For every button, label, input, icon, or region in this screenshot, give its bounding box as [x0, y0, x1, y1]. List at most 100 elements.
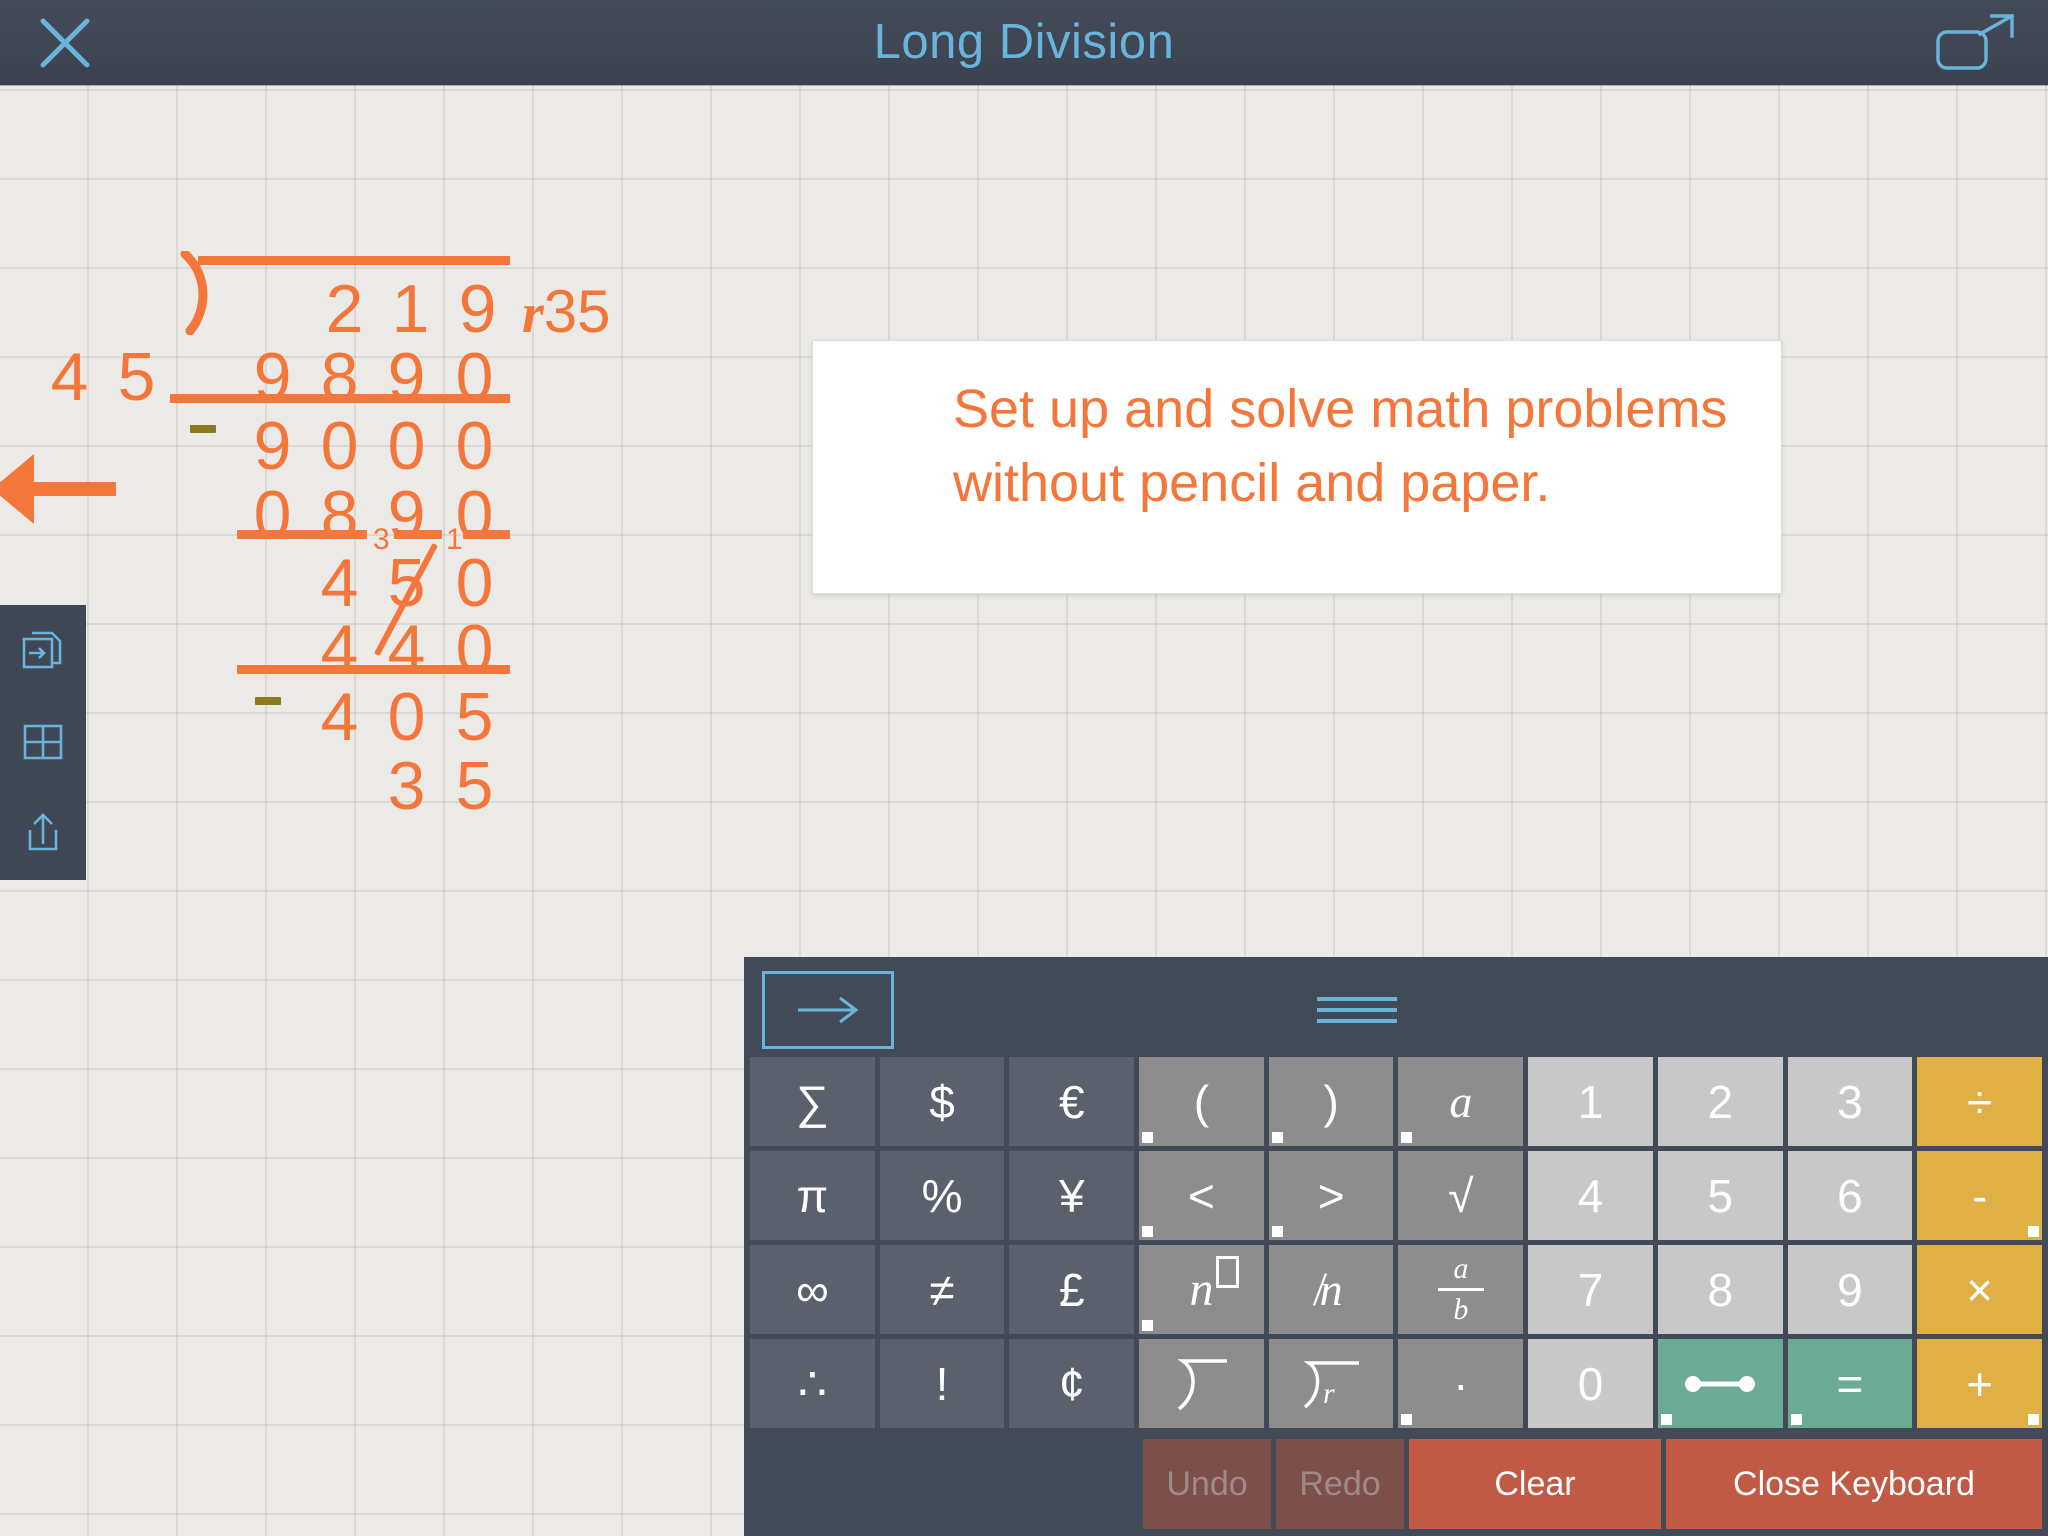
- cent-key[interactable]: ¢: [1009, 1339, 1134, 1428]
- subtrahend-digit: 0: [430, 412, 519, 480]
- exponent-key[interactable]: n: [1139, 1245, 1264, 1334]
- key-label: 0: [1578, 1357, 1604, 1411]
- redo-button: Redo: [1276, 1439, 1404, 1529]
- digit-9-key[interactable]: 9: [1788, 1245, 1913, 1334]
- math-keyboard[interactable]: ∑ $ € ()a12 3 ÷ π% ¥ < > √ 456 - ∞ ≠ £ n̸nab 7 8 9× ∴! ¢ r · 0 = +…: [744, 957, 2048, 1536]
- key-label: 2: [1707, 1075, 1733, 1129]
- key-label: ≠: [929, 1263, 954, 1317]
- keyboard-action-row[interactable]: UndoRedoClearClose Keyboard: [750, 1439, 2042, 1529]
- long-division-remainder-key[interactable]: r: [1269, 1339, 1394, 1428]
- square-root-key[interactable]: √: [1398, 1151, 1523, 1240]
- grid-layout-icon[interactable]: [0, 696, 86, 787]
- key-label: €: [1059, 1075, 1085, 1129]
- digit-3-key[interactable]: 3: [1788, 1057, 1913, 1146]
- subtraction-minus-sign: [255, 697, 281, 705]
- long-press-indicator-icon: [2028, 1226, 2039, 1237]
- key-label: ¢: [1059, 1357, 1085, 1411]
- digit-0-key[interactable]: 0: [1528, 1339, 1653, 1428]
- therefore-key[interactable]: ∴: [750, 1339, 875, 1428]
- equals-key[interactable]: =: [1788, 1339, 1913, 1428]
- quotient-digit: 9: [433, 275, 522, 343]
- key-label: √: [1448, 1169, 1473, 1223]
- clear-button[interactable]: Clear: [1409, 1439, 1661, 1529]
- action-spacer: [750, 1439, 1138, 1529]
- drag-handle-icon[interactable]: [1317, 997, 1397, 1023]
- long-press-indicator-icon: [1142, 1132, 1153, 1143]
- tool-rail[interactable]: [0, 605, 86, 880]
- close-keyboard-button[interactable]: Close Keyboard: [1666, 1439, 2042, 1529]
- divisor-digit: 5: [92, 343, 181, 411]
- key-label: 6: [1837, 1169, 1863, 1223]
- undo-button: Undo: [1143, 1439, 1271, 1529]
- key-label: 7: [1578, 1263, 1604, 1317]
- final-remainder-digit: 5: [430, 752, 519, 820]
- keyboard-key-grid[interactable]: ∑ $ € ()a12 3 ÷ π% ¥ < > √ 456 - ∞ ≠ £ n̸nab 7 8 9× ∴! ¢ r · 0 = +: [750, 1057, 2042, 1428]
- long-press-indicator-icon: [1791, 1414, 1802, 1425]
- key-label: >: [1318, 1169, 1345, 1223]
- plus-key[interactable]: +: [1917, 1339, 2042, 1428]
- sigma-key[interactable]: ∑: [750, 1057, 875, 1146]
- digit-7-key[interactable]: 7: [1528, 1245, 1653, 1334]
- key-label: ∑: [796, 1075, 829, 1129]
- long-press-indicator-icon: [1272, 1226, 1283, 1237]
- key-label: !: [936, 1357, 949, 1411]
- key-label: =: [1837, 1357, 1864, 1411]
- long-press-indicator-icon: [1272, 1132, 1283, 1143]
- key-label: +: [1966, 1357, 1993, 1411]
- minus-key[interactable]: -: [1917, 1151, 2042, 1240]
- long-press-indicator-icon: [1401, 1132, 1412, 1143]
- number-line-key[interactable]: [1658, 1339, 1783, 1428]
- expand-icon[interactable]: [1930, 10, 2020, 76]
- key-label: -: [1972, 1169, 1987, 1223]
- key-label: π: [796, 1169, 828, 1223]
- key-label: ·: [1453, 1357, 1468, 1411]
- percent-key[interactable]: %: [880, 1151, 1005, 1240]
- divide-key[interactable]: ÷: [1917, 1057, 2042, 1146]
- fraction-key[interactable]: ab: [1398, 1245, 1523, 1334]
- subtraction-minus-sign: [190, 425, 216, 433]
- digit-2-key[interactable]: 2: [1658, 1057, 1783, 1146]
- cancel-n-key[interactable]: ̸n: [1269, 1245, 1394, 1334]
- long-press-indicator-icon: [1142, 1320, 1153, 1331]
- key-label: ∴: [798, 1357, 827, 1411]
- borrow-mark: 1: [446, 525, 463, 555]
- variable-a-key[interactable]: a: [1398, 1057, 1523, 1146]
- multiply-key[interactable]: ×: [1917, 1245, 2042, 1334]
- less-than-key[interactable]: <: [1139, 1151, 1264, 1240]
- digit-4-key[interactable]: 4: [1528, 1151, 1653, 1240]
- digit-5-key[interactable]: 5: [1658, 1151, 1783, 1240]
- infinity-key[interactable]: ∞: [750, 1245, 875, 1334]
- key-label: 4: [1578, 1169, 1604, 1223]
- key-label: ∞: [796, 1263, 829, 1317]
- digit-6-key[interactable]: 6: [1788, 1151, 1913, 1240]
- factorial-key[interactable]: !: [880, 1339, 1005, 1428]
- long-press-indicator-icon: [1142, 1226, 1153, 1237]
- key-label: 3: [1837, 1075, 1863, 1129]
- new-page-icon[interactable]: [0, 605, 86, 696]
- close-paren-key[interactable]: ): [1269, 1057, 1394, 1146]
- yen-key[interactable]: ¥: [1009, 1151, 1134, 1240]
- share-export-icon[interactable]: [0, 787, 86, 878]
- dollar-key[interactable]: $: [880, 1057, 1005, 1146]
- digit-1-key[interactable]: 1: [1528, 1057, 1653, 1146]
- euro-key[interactable]: €: [1009, 1057, 1134, 1146]
- decimal-point-key[interactable]: ·: [1398, 1339, 1523, 1428]
- subtrahend-digit: 0: [430, 549, 519, 617]
- key-label: 8: [1707, 1263, 1733, 1317]
- svg-text:r: r: [1323, 1377, 1335, 1410]
- greater-than-key[interactable]: >: [1269, 1151, 1394, 1240]
- long-division-key[interactable]: [1139, 1339, 1264, 1428]
- key-label: £: [1059, 1263, 1085, 1317]
- pound-key[interactable]: £: [1009, 1245, 1134, 1334]
- pi-key[interactable]: π: [750, 1151, 875, 1240]
- key-label: %: [922, 1169, 963, 1223]
- key-label: <: [1188, 1169, 1215, 1223]
- quotient-remainder: r35: [522, 282, 611, 342]
- open-paren-key[interactable]: (: [1139, 1057, 1264, 1146]
- not-equal-key[interactable]: ≠: [880, 1245, 1005, 1334]
- key-label: ¥: [1059, 1169, 1085, 1223]
- regroup-bar-segment: [463, 530, 510, 539]
- right-arrow-icon[interactable]: [762, 971, 894, 1049]
- digit-8-key[interactable]: 8: [1658, 1245, 1783, 1334]
- long-press-indicator-icon: [2028, 1414, 2039, 1425]
